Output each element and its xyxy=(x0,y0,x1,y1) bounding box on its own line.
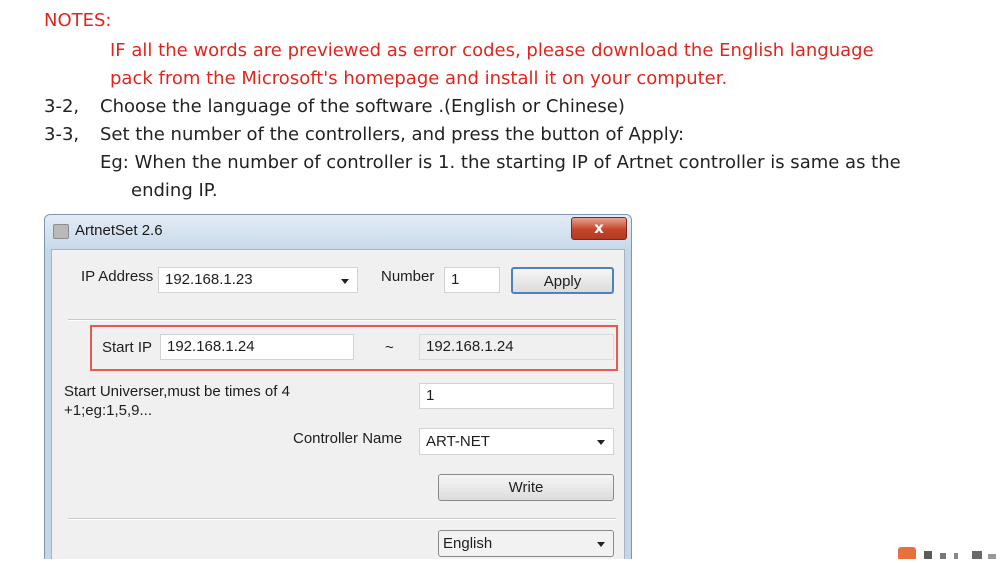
window-titlebar[interactable]: ArtnetSet 2.6 x xyxy=(45,215,631,249)
chevron-down-icon xyxy=(597,542,605,547)
range-separator: ~ xyxy=(385,339,394,356)
apply-button[interactable]: Apply xyxy=(511,267,614,294)
artnetset-window: ArtnetSet 2.6 x IP Address 192.168.1.23 … xyxy=(44,214,632,559)
ip-address-select[interactable]: 192.168.1.23 xyxy=(158,267,358,293)
taskbar-fragment xyxy=(896,544,1000,561)
tray-icons xyxy=(898,547,996,561)
app-icon xyxy=(53,224,69,239)
step-text-3-3: Set the number of the controllers, and p… xyxy=(100,124,685,145)
separator-2 xyxy=(68,518,616,520)
step-number-3-2: 3-2, xyxy=(44,96,80,117)
language-select[interactable]: English xyxy=(438,530,614,557)
notes-title: NOTES: xyxy=(44,10,112,31)
start-ip-label: Start IP xyxy=(102,339,153,356)
chevron-down-icon xyxy=(597,440,605,445)
start-universe-label-line-2: +1;eg:1,5,9... xyxy=(64,402,152,419)
close-button[interactable]: x xyxy=(571,217,627,240)
notes-line-2: pack from the Microsoft's homepage and i… xyxy=(110,68,728,89)
window-title: ArtnetSet 2.6 xyxy=(75,222,163,239)
controller-name-label: Controller Name xyxy=(293,430,403,447)
example-line-1: Eg: When the number of controller is 1. … xyxy=(100,152,901,173)
chevron-down-icon xyxy=(341,279,349,284)
start-universe-input[interactable]: 1 xyxy=(419,383,614,409)
language-value: English xyxy=(443,535,493,552)
window-client-area: IP Address 192.168.1.23 Number 1 Apply S… xyxy=(51,249,625,559)
start-universe-label-line-1: Start Universer,must be times of 4 xyxy=(64,383,290,400)
ip-address-label: IP Address xyxy=(81,268,154,285)
start-ip-input[interactable]: 192.168.1.24 xyxy=(160,334,354,360)
step-number-3-3: 3-3, xyxy=(44,124,80,145)
step-text-3-2: Choose the language of the software .(En… xyxy=(100,96,625,117)
notes-line-1: IF all the words are previewed as error … xyxy=(110,40,874,61)
controller-name-value: ART-NET xyxy=(426,433,490,450)
number-input[interactable]: 1 xyxy=(444,267,500,293)
end-ip-field: 192.168.1.24 xyxy=(419,334,614,360)
controller-name-select[interactable]: ART-NET xyxy=(419,428,614,455)
number-label: Number xyxy=(381,268,435,285)
ip-address-value: 192.168.1.23 xyxy=(165,271,253,288)
write-button[interactable]: Write xyxy=(438,474,614,501)
example-line-2: ending IP. xyxy=(131,180,218,201)
separator-1 xyxy=(68,319,616,321)
